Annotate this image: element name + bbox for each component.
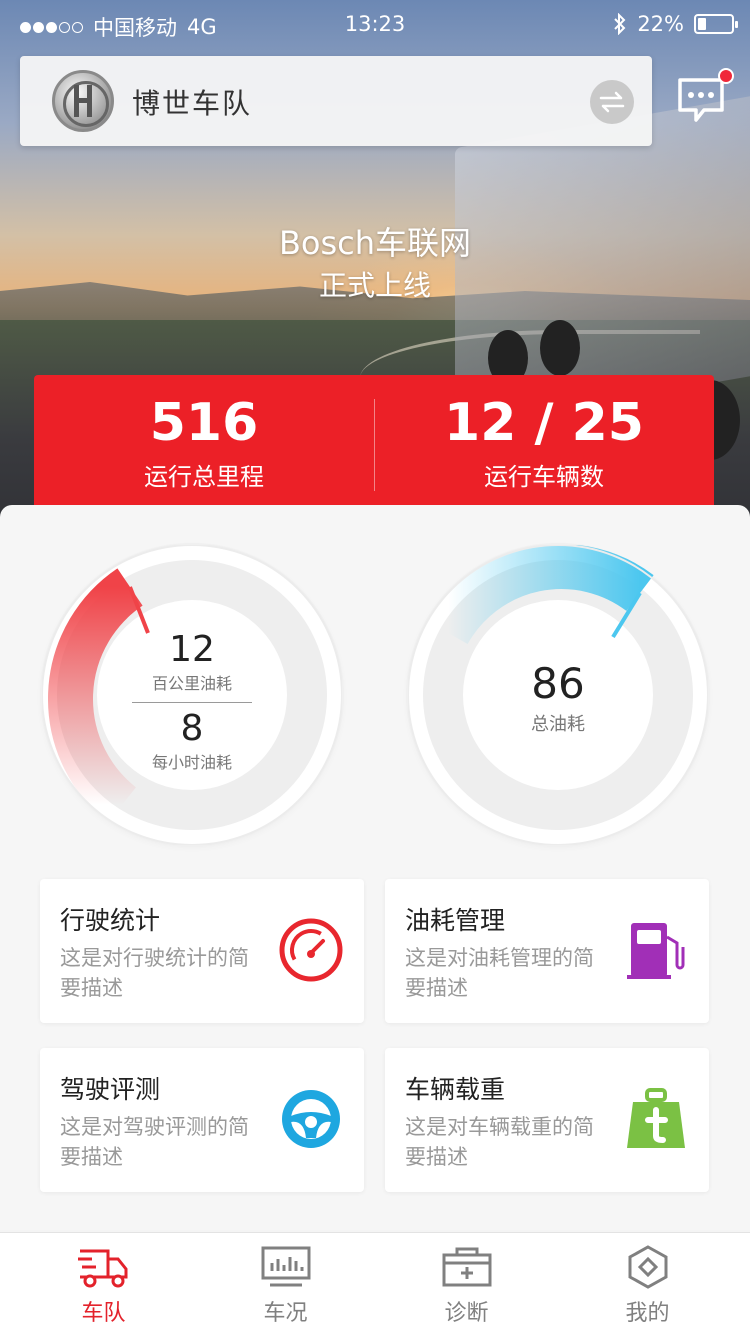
fuel-pump-icon — [627, 923, 685, 979]
battery-percent: 22% — [637, 12, 684, 36]
tab-mine[interactable]: 我的 — [554, 1233, 741, 1334]
signal-strength-icon — [20, 21, 83, 33]
unread-badge — [718, 68, 734, 84]
carrier-name: 中国移动 — [93, 16, 177, 40]
tab-label: 诊断 — [444, 1301, 489, 1326]
card-title: 行驶统计 — [60, 906, 161, 935]
total-fuel-value: 86 — [531, 659, 585, 708]
per-hour-label: 每小时油耗 — [151, 753, 232, 772]
weight-icon — [627, 1088, 685, 1148]
mileage-label: 运行总里程 — [144, 463, 264, 491]
bosch-logo — [52, 70, 114, 132]
vehicles-label: 运行车辆数 — [484, 463, 604, 491]
chat-bubble-icon — [678, 78, 724, 122]
bluetooth-icon — [614, 13, 626, 35]
per100-value: 12 — [169, 629, 215, 670]
profile-hexagon-icon — [628, 1245, 668, 1289]
total-fuel-gauge[interactable]: 86 总油耗 — [408, 545, 708, 845]
truck-wheel — [540, 320, 580, 376]
card-description: 这是对行驶统计的简要描述 — [60, 946, 249, 1000]
per100-label: 百公里油耗 — [151, 674, 232, 693]
tab-vehicle-status[interactable]: 车况 — [192, 1233, 379, 1334]
team-name: 博世车队 — [132, 87, 253, 120]
monitor-icon — [261, 1246, 311, 1287]
card-vehicle-load[interactable]: 车辆载重 这是对车辆载重的简要描述 — [385, 1048, 709, 1192]
tab-label: 车队 — [81, 1301, 126, 1326]
card-fuel-management[interactable]: 油耗管理 这是对油耗管理的简要描述 — [385, 879, 709, 1023]
main-panel: 12 百公里油耗 8 每小时油耗 86 总油耗 行驶统计 这是对行驶统计的简要描… — [0, 505, 750, 1230]
vehicles-stat[interactable]: 12 / 25 运行车辆数 — [374, 391, 714, 492]
card-driving-evaluation[interactable]: 驾驶评测 这是对驾驶评测的简要描述 — [40, 1048, 364, 1192]
mileage-stat[interactable]: 516 运行总里程 — [34, 391, 374, 492]
status-bar: 中国移动 4G 13:23 22% — [0, 0, 750, 48]
card-description: 这是对驾驶评测的简要描述 — [60, 1115, 249, 1169]
swap-arrows-icon — [599, 91, 625, 113]
team-selector[interactable]: 博世车队 — [20, 56, 652, 146]
speedometer-icon — [279, 918, 343, 982]
total-fuel-label: 总油耗 — [531, 714, 585, 735]
battery-icon — [694, 14, 738, 34]
tab-label: 车况 — [263, 1301, 308, 1326]
card-description: 这是对车辆载重的简要描述 — [405, 1115, 594, 1169]
banner-title: Bosch车联网 — [278, 224, 472, 262]
truck-icon — [78, 1249, 128, 1288]
switch-team-button[interactable] — [590, 80, 634, 124]
medical-kit-icon — [442, 1247, 492, 1287]
gauge-divider — [132, 702, 252, 703]
fuel-consumption-gauge[interactable]: 12 百公里油耗 8 每小时油耗 — [42, 545, 342, 845]
banner-subtitle: 正式上线 — [318, 269, 431, 302]
card-driving-stats[interactable]: 行驶统计 这是对行驶统计的简要描述 — [40, 879, 364, 1023]
bottom-tab-bar: 车队 车况 诊断 我的 — [0, 1232, 750, 1334]
gauge-center: 86 总油耗 — [483, 620, 633, 770]
card-title: 车辆载重 — [405, 1075, 506, 1104]
fleet-stats-panel: 516 运行总里程 12 / 25 运行车辆数 — [34, 375, 714, 505]
gauge-center: 12 百公里油耗 8 每小时油耗 — [117, 620, 267, 772]
card-description: 这是对油耗管理的简要描述 — [405, 946, 594, 1000]
network-type: 4G — [187, 15, 217, 39]
tab-fleet[interactable]: 车队 — [10, 1233, 197, 1334]
steering-wheel-icon — [282, 1090, 340, 1148]
per-hour-value: 8 — [180, 708, 204, 749]
tab-diagnosis[interactable]: 诊断 — [373, 1233, 560, 1334]
vehicles-value: 12 / 25 — [444, 393, 644, 453]
tab-label: 我的 — [625, 1301, 670, 1326]
card-title: 油耗管理 — [405, 906, 506, 935]
mileage-value: 516 — [149, 393, 259, 453]
messages-button[interactable] — [676, 68, 734, 126]
card-title: 驾驶评测 — [60, 1075, 161, 1104]
